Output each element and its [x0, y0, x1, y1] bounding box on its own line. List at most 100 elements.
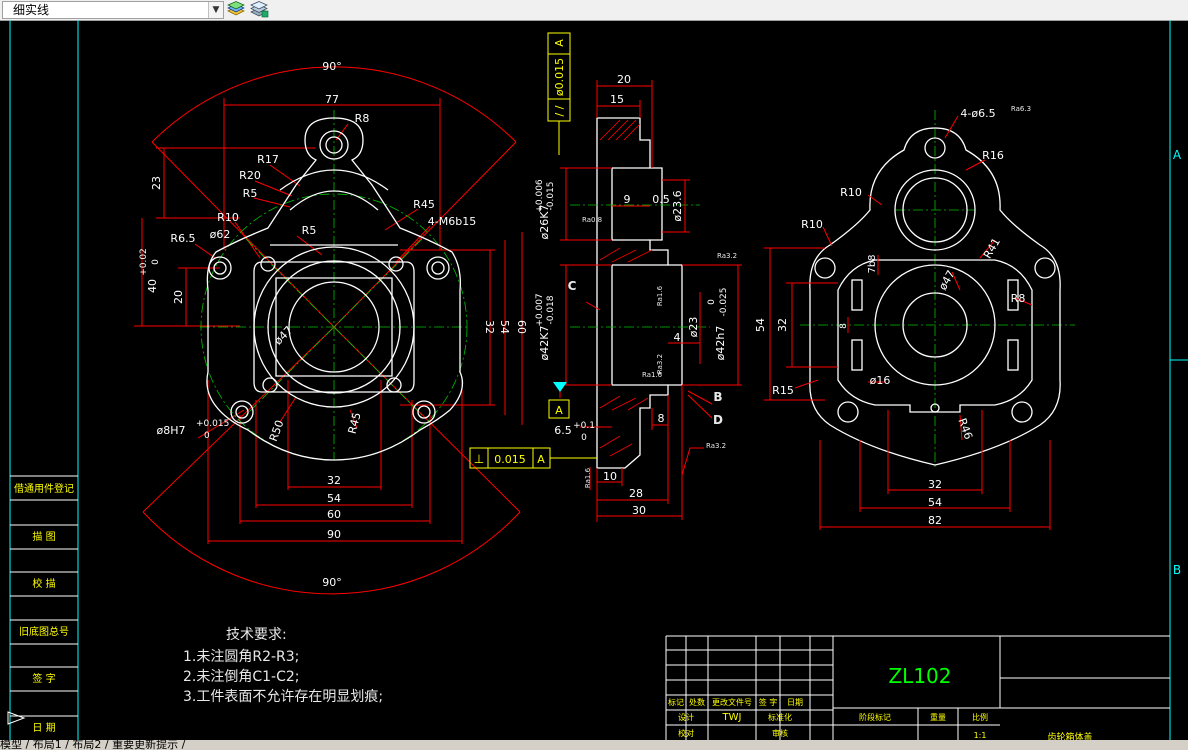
side-view: A ø0.015 / / A ⊥ 0.015 A 20 15 9 0.5 ø23… — [469, 32, 742, 522]
datum-frame-text: ø0.015 — [553, 58, 566, 96]
notes-title: 技术要求: — [226, 627, 287, 643]
title-row-label: 标记 — [668, 697, 684, 707]
drawing-canvas[interactable]: A B 借通用件登记 描 图 校 描 旧底图总号 签 字 日 期 90° 77 … — [0, 20, 1188, 742]
dim-text: 54 — [928, 496, 942, 509]
right-view: 4-ø6.5 Ra6.3 R16 R10 R10 R41 7b8 ø47 R8 … — [754, 105, 1075, 530]
roughness-symbol: Ra6.3 — [1011, 105, 1031, 113]
title-design-label: 设计 — [678, 712, 694, 722]
flatness-datum: A — [537, 453, 545, 466]
dim-text: R15 — [772, 384, 794, 397]
linetype-dropdown[interactable]: 细实线 ▼ — [2, 1, 224, 19]
dim-text: 40 — [146, 279, 159, 293]
dim-text: 20 — [617, 73, 631, 86]
dim-text: R50 — [267, 418, 287, 443]
flatness-symbol: ⊥ — [474, 452, 484, 466]
front-view: 90° 77 R8 R17 R20 R5 R10 R5 R45 4-M6b15 … — [134, 60, 528, 595]
dim-text: ø62 — [210, 228, 231, 241]
dim-text: 90° — [322, 576, 342, 589]
dim-text: R8 — [355, 112, 370, 125]
dim-text: 15 — [610, 93, 624, 106]
dim-text: ø23 — [687, 317, 700, 338]
dim-text: +0.007 — [535, 293, 545, 326]
layer-manager-icon[interactable] — [249, 1, 269, 18]
title-row-label: 日期 — [787, 698, 803, 707]
roughness-symbol: Ra3.2 — [717, 252, 737, 260]
dim-text: 28 — [629, 487, 643, 500]
dim-text: ø8H7 — [157, 424, 186, 437]
flatness-value: 0.015 — [494, 453, 526, 466]
dim-text: 32 — [327, 474, 341, 487]
dim-text: 0 — [581, 433, 587, 443]
title-stage-label: 阶段标记 — [859, 712, 891, 722]
title-row-label: 处数 — [689, 697, 705, 707]
datum-frame-text: / / — [553, 105, 566, 116]
dim-text: R20 — [239, 169, 261, 182]
dim-text: 10 — [603, 470, 617, 483]
dim-text: 6.5 — [554, 424, 572, 437]
dim-text: R10 — [801, 218, 823, 231]
dim-text: 77 — [325, 93, 339, 106]
dim-text: R10 — [840, 186, 862, 199]
dim-text: R5 — [302, 224, 317, 237]
dim-text: R45 — [413, 198, 435, 211]
datum-frame-text: A — [553, 39, 566, 47]
dim-text: 32 — [483, 320, 496, 334]
title-stage-label: 重量 — [930, 712, 946, 722]
dim-text: -0.025 — [719, 287, 729, 316]
chevron-down-icon[interactable]: ▼ — [208, 2, 223, 18]
dim-text: +0.02 — [139, 248, 149, 276]
dim-text: 32 — [776, 318, 789, 332]
title-row-label: 签 字 — [759, 697, 778, 707]
layout-tabs[interactable]: 模型 / 布局1 / 布局2 / 重要更新提示 / — [0, 740, 1188, 750]
title-review-label: 审核 — [772, 728, 788, 738]
dim-text: +0.1 — [573, 421, 595, 431]
section-label: B — [713, 390, 722, 404]
dim-text: R5 — [243, 187, 258, 200]
dim-text: 60 — [515, 320, 528, 334]
title-row-label: 更改文件号 — [712, 697, 752, 707]
layout-tabs-label[interactable]: 模型 / 布局1 / 布局2 / 重要更新提示 / — [0, 740, 185, 750]
dim-text: 32 — [928, 478, 942, 491]
roughness-symbol: Ra3.2 — [656, 354, 664, 374]
dim-text: R45 — [346, 411, 364, 435]
linetype-value: 细实线 — [13, 3, 50, 17]
dim-text: ø16 — [870, 374, 891, 387]
dim-text: 4-ø6.5 — [960, 107, 995, 120]
dim-text: 8 — [658, 412, 665, 425]
layer-states-icon[interactable] — [226, 1, 246, 18]
dim-text: 90° — [322, 60, 342, 73]
dim-text: +0.006 — [535, 179, 545, 213]
registration-label: 借通用件登记 — [14, 482, 74, 495]
dim-text: R46 — [955, 416, 975, 441]
dim-text: 23 — [150, 176, 163, 190]
dim-text: 0 — [204, 431, 210, 441]
dim-text: 7b8 — [867, 254, 878, 273]
notes-item: 1.未注圆角R2-R3; — [183, 649, 299, 665]
frame-letter-b: B — [1173, 563, 1181, 577]
dim-text: ø42K7 — [538, 326, 551, 361]
title-review-label: 校对 — [678, 728, 694, 738]
dim-text: ø42h7 — [714, 326, 727, 361]
dim-text: R41 — [981, 236, 1003, 261]
roughness-symbol: Ra3.2 — [706, 442, 726, 450]
properties-toolbar: 细实线 ▼ — [0, 0, 1188, 21]
roughness-symbol: Ra1.6 — [584, 467, 592, 488]
registration-label: 日 期 — [32, 722, 55, 734]
dim-text: +0.015 — [196, 419, 229, 429]
notes-item: 3.工件表面不允许存在明显划痕; — [183, 689, 383, 705]
dim-text: 0 — [707, 299, 717, 305]
dim-text: ø23.6 — [671, 190, 684, 221]
dim-text: 54 — [754, 318, 767, 332]
material-label: ZL102 — [888, 664, 951, 688]
dim-text: 54 — [498, 320, 511, 334]
registration-label: 描 图 — [32, 530, 55, 543]
registration-label: 校 描 — [32, 577, 55, 590]
datum-triangle-icon — [553, 382, 567, 392]
dim-text: R10 — [217, 211, 239, 224]
title-scale: 1:1 — [974, 731, 987, 740]
roughness-symbol: Ra0.8 — [582, 216, 602, 224]
dim-text: -0.015 — [546, 181, 556, 210]
dim-text: 90 — [327, 528, 341, 541]
section-label: D — [713, 413, 723, 427]
dim-text: R6.5 — [170, 232, 195, 245]
